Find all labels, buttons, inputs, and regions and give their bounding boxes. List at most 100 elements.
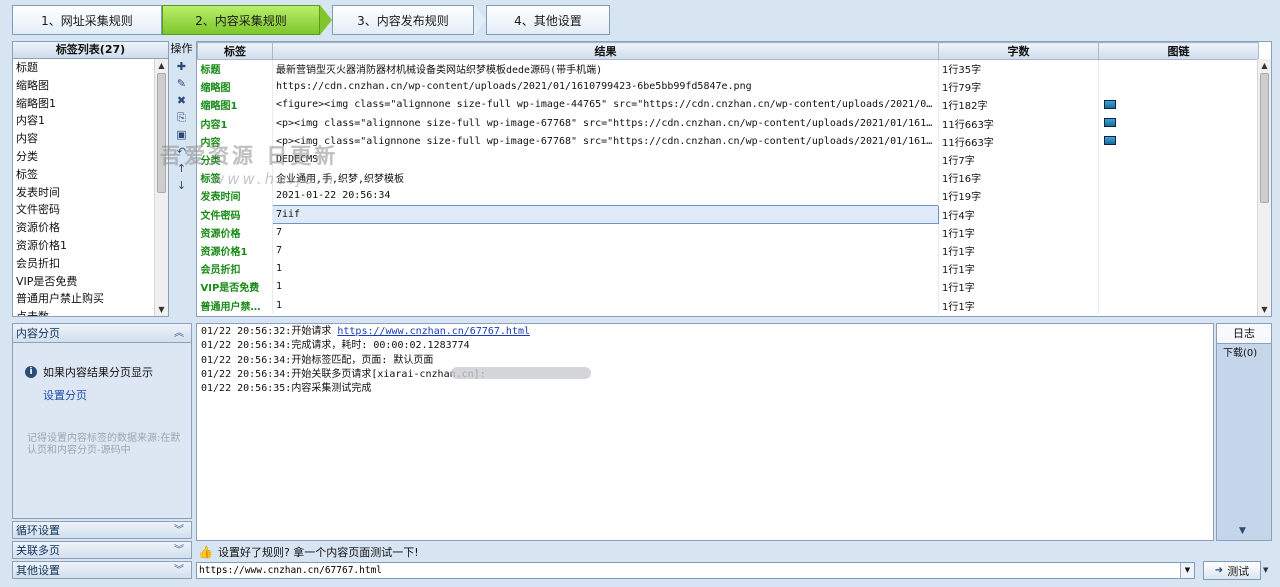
row-result[interactable]: 1: [272, 295, 939, 315]
row-count: 1行16字: [938, 168, 1099, 187]
table-row[interactable]: 标签 企业通用,手,织梦,织梦模板 1行16字: [197, 168, 1259, 187]
table-row[interactable]: 缩略图 https://cdn.cnzhan.cn/wp-content/uplo…: [197, 77, 1259, 96]
log-link[interactable]: https://www.cnzhan.cn/67767.html: [337, 326, 530, 337]
row-result[interactable]: DEDECMS: [272, 150, 939, 169]
tag-list-item[interactable]: 点击数: [13, 308, 168, 316]
paste-icon[interactable]: ▣: [169, 126, 194, 143]
url-input[interactable]: [197, 563, 1177, 578]
tag-list-item[interactable]: 发表时间: [13, 184, 168, 202]
image-link-icon[interactable]: [1104, 99, 1116, 109]
row-result[interactable]: 最新营销型灭火器消防器材机械设备类网站织梦模板dede源码(带手机端): [272, 59, 939, 78]
step-url-rules[interactable]: 1、网址采集规则: [12, 5, 162, 35]
scroll-down-icon[interactable]: ▼: [155, 305, 168, 314]
other-settings-header[interactable]: 其他设置 ︾: [12, 561, 192, 579]
tag-list-item[interactable]: 缩略图: [13, 77, 168, 95]
delete-icon[interactable]: ✖: [169, 92, 194, 109]
expand-down-icon[interactable]: ︾: [174, 542, 184, 560]
log-panel: 01/22 20:56:32:开始请求 https://www.cnzhan.c…: [196, 323, 1214, 541]
add-icon[interactable]: ✚: [169, 58, 194, 75]
copy-icon[interactable]: ⎘: [169, 109, 194, 126]
table-row[interactable]: 发表时间 2021-01-22 20:56:34 1行19字: [197, 186, 1259, 205]
tag-list-item[interactable]: 标题: [13, 59, 168, 77]
tag-list-item[interactable]: 内容: [13, 130, 168, 148]
tag-list-item[interactable]: 内容1: [13, 112, 168, 130]
table-row[interactable]: 文件密码 7iif 1行4字: [197, 204, 1259, 224]
log-line: 01/22 20:56:34:开始标签匹配，页面: 默认页面: [197, 354, 1213, 368]
paging-header[interactable]: 内容分页 ︽: [12, 323, 192, 343]
tag-list-scrollbar[interactable]: ▲ ▼: [154, 59, 168, 316]
table-row[interactable]: 会员折扣 1 1行1字: [197, 259, 1259, 278]
log-time: 01/22 20:56:34: [201, 368, 286, 380]
row-result[interactable]: <p><img class="alignnone size-full wp-im…: [272, 114, 939, 133]
table-row[interactable]: 缩略图1 <figure><img class="alignnone size-f…: [197, 95, 1259, 115]
table-row[interactable]: 分类 DEDECMS 1行7字: [197, 150, 1259, 169]
row-label: 缩略图1: [197, 95, 273, 115]
collapse-up-icon[interactable]: ︽: [174, 324, 184, 344]
tag-list-item[interactable]: VIP是否免费: [13, 273, 168, 291]
scroll-down-icon[interactable]: ▼: [1258, 305, 1271, 314]
scroll-thumb[interactable]: [1260, 73, 1269, 203]
table-row[interactable]: 标题 最新营销型灭火器消防器材机械设备类网站织梦模板dede源码(带手机端) 1行3…: [197, 59, 1259, 78]
row-result[interactable]: <p><img class="alignnone size-full wp-im…: [272, 132, 939, 151]
tag-list-item[interactable]: 缩略图1: [13, 95, 168, 113]
row-result[interactable]: 1: [272, 259, 939, 278]
undo-icon[interactable]: ↶: [169, 143, 194, 160]
url-dropdown-icon[interactable]: ▼: [1180, 563, 1194, 578]
log-time: 01/22 20:56:32: [201, 326, 286, 337]
row-result[interactable]: 1: [272, 277, 939, 296]
expand-down-icon[interactable]: ︾: [174, 522, 184, 540]
scroll-up-icon[interactable]: ▲: [1258, 61, 1271, 70]
table-row[interactable]: 资源价格1 7 1行1字: [197, 241, 1259, 260]
table-row[interactable]: 资源价格 7 1行1字: [197, 223, 1259, 242]
tag-list-item[interactable]: 资源价格1: [13, 237, 168, 255]
row-count: 1行79字: [938, 77, 1099, 96]
step-arrow: [474, 5, 486, 35]
col-header-count[interactable]: 字数: [938, 42, 1099, 60]
tag-list-item[interactable]: 资源价格: [13, 219, 168, 237]
col-header-tag[interactable]: 标签: [197, 42, 273, 60]
table-row[interactable]: 普通用户禁… 1 1行1字: [197, 295, 1259, 315]
tag-list-item[interactable]: 分类: [13, 148, 168, 166]
step-publish-rules[interactable]: 3、内容发布规则: [332, 5, 474, 35]
row-result[interactable]: 7iif: [272, 204, 939, 224]
image-link-icon[interactable]: [1104, 136, 1116, 146]
test-dropdown-icon[interactable]: ▼: [1263, 566, 1268, 574]
col-header-pic[interactable]: 图链: [1098, 42, 1259, 60]
set-paging-link[interactable]: 设置分页: [43, 387, 87, 403]
scroll-up-icon[interactable]: ▲: [155, 61, 168, 70]
edit-icon[interactable]: ✎: [169, 75, 194, 92]
move-up-icon[interactable]: ↑: [169, 160, 194, 177]
tag-list-item[interactable]: 文件密码: [13, 201, 168, 219]
row-result[interactable]: <figure><img class="alignnone size-full …: [272, 95, 939, 115]
log-tab[interactable]: 日志: [1217, 324, 1271, 344]
image-link-icon[interactable]: [1104, 118, 1116, 128]
table-row[interactable]: VIP是否免费 1 1行1字: [197, 277, 1259, 296]
results-scrollbar[interactable]: ▲ ▼: [1257, 59, 1271, 316]
expand-down-icon[interactable]: ︾: [174, 562, 184, 580]
tag-list-item[interactable]: 会员折扣: [13, 255, 168, 273]
row-result[interactable]: https://cdn.cnzhan.cn/wp-content/uploads…: [272, 77, 939, 96]
row-pic: [1098, 132, 1259, 151]
ops-title: 操作: [170, 42, 193, 55]
col-header-result[interactable]: 结果: [272, 42, 939, 60]
move-down-icon[interactable]: ↓: [169, 177, 194, 194]
dropdown-arrow-icon[interactable]: ▼: [1239, 526, 1246, 536]
tag-list-item[interactable]: 普通用户禁止购买: [13, 290, 168, 308]
scroll-thumb[interactable]: [157, 73, 166, 193]
tag-list-item[interactable]: 标签: [13, 166, 168, 184]
table-row[interactable]: 内容 <p><img class="alignnone size-full wp-…: [197, 132, 1259, 151]
row-result[interactable]: 7: [272, 241, 939, 260]
log-line: 01/22 20:56:32:开始请求 https://www.cnzhan.c…: [197, 325, 1213, 339]
step-content-rules[interactable]: 2、内容采集规则: [162, 5, 320, 35]
row-count: 1行4字: [938, 205, 1099, 224]
download-tab[interactable]: 下载(0): [1217, 344, 1271, 364]
row-label: 资源价格: [197, 223, 273, 242]
step-other-settings[interactable]: 4、其他设置: [486, 5, 610, 35]
loop-settings-header[interactable]: 循环设置 ︾: [12, 521, 192, 539]
table-row[interactable]: 内容1 <p><img class="alignnone size-full wp…: [197, 114, 1259, 133]
row-result[interactable]: 7: [272, 223, 939, 242]
test-button[interactable]: ➜ 测试: [1203, 561, 1261, 580]
row-result[interactable]: 2021-01-22 20:56:34: [272, 186, 939, 205]
related-pages-header[interactable]: 关联多页 ︾: [12, 541, 192, 559]
row-result[interactable]: 企业通用,手,织梦,织梦模板: [272, 168, 939, 187]
